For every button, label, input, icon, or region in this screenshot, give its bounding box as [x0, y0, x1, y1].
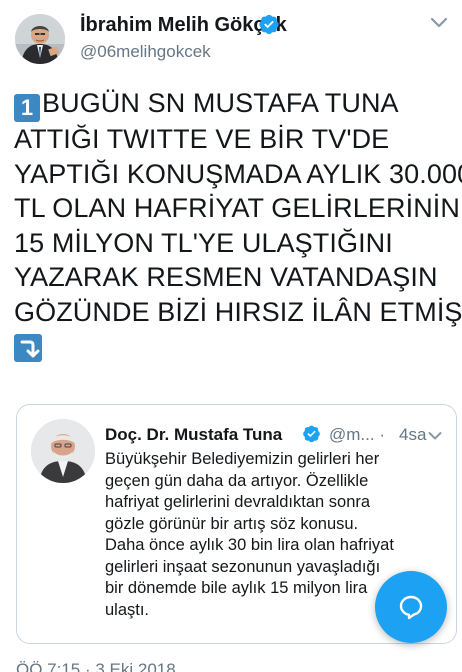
tweet-timestamp[interactable]: ÖÖ 7:15 · 3 Eki 2018: [16, 660, 176, 672]
verified-badge-icon: [259, 14, 279, 35]
quoted-line: geçen gün daha da artıyor. Özellikle: [105, 471, 369, 490]
quoted-author-name[interactable]: Doç. Dr. Mustafa Tuna: [105, 425, 282, 445]
tweet-line: YAPTIĞI KONUŞMADA AYLIK 30.000: [14, 158, 462, 189]
quoted-author-handle[interactable]: @m... ·: [329, 425, 385, 445]
dot-separator: ·: [379, 425, 385, 444]
tweet-line: ATTIĞI TWITTE VE BİR TV'DE: [14, 124, 390, 154]
quoted-text: Büyükşehir Belediyemizin gelirleri her g…: [105, 449, 394, 621]
compose-reply-icon: [399, 595, 423, 620]
chevron-down-icon[interactable]: [428, 431, 442, 441]
author-handle[interactable]: @06melihgokcek: [80, 42, 211, 62]
quoted-line: hafriyat gelirlerini devraldıktan sonra: [105, 493, 371, 511]
quoted-line: gelirleri inşaat sezonunun yavaşladığı: [105, 557, 381, 576]
tweet-line: TL OLAN HAFRİYAT GELİRLERİNİN: [14, 193, 461, 223]
tweet-line: 1 BUGÜN SN MUSTAFA TUNA: [14, 86, 458, 122]
tweet-header: İbrahim Melih Gökçek @06melihgokcek: [0, 0, 462, 70]
quoted-line: ulaştı.: [105, 600, 150, 619]
verified-badge-icon: [303, 425, 320, 443]
tweet-line: YAZARAK RESMEN VATANDAŞIN: [14, 262, 438, 292]
author-avatar[interactable]: [15, 14, 65, 64]
quoted-avatar-photo: [31, 419, 95, 483]
tweet-line: GÖZÜNDE BİZİ HIRSIZ İLÂN ETMİŞ...: [14, 296, 462, 327]
author-name[interactable]: İbrahim Melih Gökçek: [80, 14, 287, 37]
quoted-line: gözle görünür bir artış söz konusu.: [105, 514, 359, 533]
quoted-author-avatar[interactable]: [31, 419, 95, 483]
quoted-timestamp[interactable]: 4sa: [399, 425, 426, 445]
arrow-curving-down-icon: [14, 334, 42, 362]
quoted-line: bir dönemde bile aylık 15 milyon lira: [105, 579, 368, 597]
keycap-one-icon: 1: [14, 94, 40, 122]
tweet-line: 15 MİLYON TL'YE ULAŞTIĞINI: [14, 227, 393, 258]
chevron-down-icon[interactable]: [430, 16, 448, 30]
tweet-text: 1 BUGÜN SN MUSTAFA TUNA ATTIĞI TWITTE VE …: [14, 86, 462, 329]
compose-reply-button[interactable]: [375, 571, 447, 643]
avatar-photo: [15, 14, 65, 64]
quoted-line: Büyükşehir Belediyemizin gelirleri her: [105, 450, 380, 468]
quoted-line: Daha önce aylık 30 bin lira olan hafriya…: [105, 536, 394, 554]
